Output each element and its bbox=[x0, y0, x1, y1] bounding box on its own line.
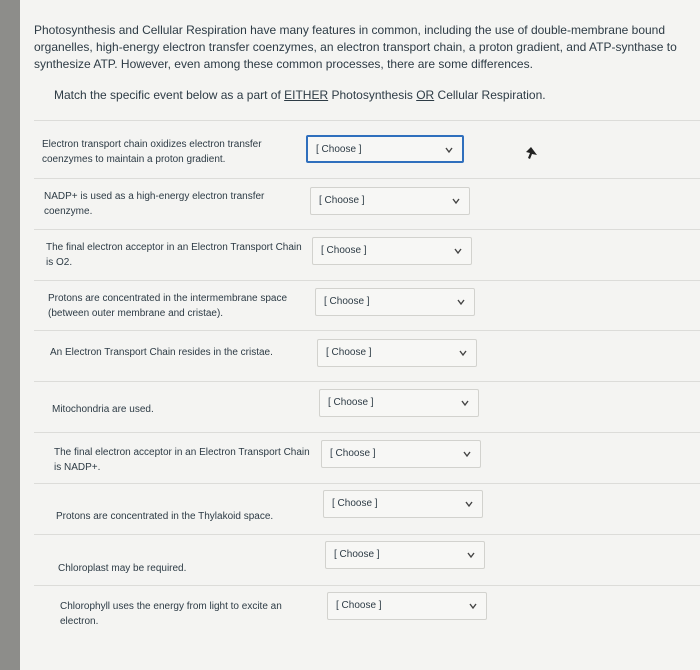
row-10-select[interactable]: [ Choose ] bbox=[327, 592, 487, 620]
row-2-select-label: [ Choose ] bbox=[319, 195, 365, 206]
row-1-select[interactable]: [ Choose ] bbox=[306, 135, 464, 163]
quiz-page: Photosynthesis and Cellular Respiration … bbox=[20, 0, 700, 670]
row-5-select[interactable]: [ Choose ] bbox=[317, 339, 477, 367]
row-2-text: NADP+ is used as a high-energy electron … bbox=[44, 191, 265, 217]
row-4-select-label: [ Choose ] bbox=[324, 296, 370, 307]
row-3-select[interactable]: [ Choose ] bbox=[312, 237, 472, 265]
chevron-down-icon bbox=[467, 552, 475, 559]
chevron-down-icon bbox=[461, 400, 469, 407]
instruction-middle: Photosynthesis bbox=[328, 88, 417, 102]
row-9-select[interactable]: [ Choose ] bbox=[325, 541, 485, 569]
row-3-text: The final electron acceptor in an Electr… bbox=[46, 242, 302, 268]
row-divider bbox=[34, 178, 700, 179]
row-divider bbox=[34, 432, 700, 433]
row-7-select-label: [ Choose ] bbox=[330, 448, 376, 459]
row-6-select-label: [ Choose ] bbox=[328, 397, 374, 408]
chevron-down-icon bbox=[452, 198, 460, 205]
row-divider bbox=[34, 483, 700, 484]
row-divider bbox=[34, 120, 700, 121]
row-7-select[interactable]: [ Choose ] bbox=[321, 440, 481, 468]
row-5-select-label: [ Choose ] bbox=[326, 347, 372, 358]
row-5-text: An Electron Transport Chain resides in t… bbox=[50, 347, 273, 358]
row-divider bbox=[34, 280, 700, 281]
row-4-select[interactable]: [ Choose ] bbox=[315, 288, 475, 316]
row-1-text: Electron transport chain oxidizes electr… bbox=[42, 139, 262, 165]
row-divider bbox=[34, 330, 700, 331]
row-4-text: Protons are concentrated in the intermem… bbox=[48, 293, 288, 319]
row-6-select[interactable]: [ Choose ] bbox=[319, 389, 479, 417]
chevron-down-icon bbox=[463, 451, 471, 458]
question-instruction: Match the specific event below as a part… bbox=[54, 88, 546, 102]
row-2-select[interactable]: [ Choose ] bbox=[310, 187, 470, 215]
instruction-start: Match the specific event below as a part… bbox=[54, 88, 285, 102]
row-10-select-label: [ Choose ] bbox=[336, 600, 382, 611]
row-divider bbox=[34, 585, 700, 586]
row-divider bbox=[34, 534, 700, 535]
row-1-select-label: [ Choose ] bbox=[316, 144, 362, 155]
row-9-select-label: [ Choose ] bbox=[334, 549, 380, 560]
row-6-text: Mitochondria are used. bbox=[52, 404, 154, 415]
row-8-text: Protons are concentrated in the Thylakoi… bbox=[56, 511, 274, 522]
row-8-select-label: [ Choose ] bbox=[332, 498, 378, 509]
chevron-down-icon bbox=[445, 147, 453, 154]
row-9-text: Chloroplast may be required. bbox=[58, 563, 187, 574]
row-10-text: Chlorophyll uses the energy from light t… bbox=[60, 601, 282, 627]
instruction-end: Cellular Respiration. bbox=[434, 88, 546, 102]
chevron-down-icon bbox=[469, 603, 477, 610]
instruction-either: EITHER bbox=[284, 88, 329, 102]
row-divider bbox=[34, 229, 700, 230]
row-7-text: The final electron acceptor in an Electr… bbox=[54, 447, 310, 473]
chevron-down-icon bbox=[454, 248, 462, 255]
question-intro: Photosynthesis and Cellular Respiration … bbox=[34, 23, 677, 71]
chevron-down-icon bbox=[459, 350, 467, 357]
mouse-pointer-icon bbox=[526, 147, 537, 159]
chevron-down-icon bbox=[457, 299, 465, 306]
chevron-down-icon bbox=[465, 501, 473, 508]
row-3-select-label: [ Choose ] bbox=[321, 245, 367, 256]
row-8-select[interactable]: [ Choose ] bbox=[323, 490, 483, 518]
instruction-or: OR bbox=[416, 88, 435, 102]
row-divider bbox=[34, 381, 700, 382]
